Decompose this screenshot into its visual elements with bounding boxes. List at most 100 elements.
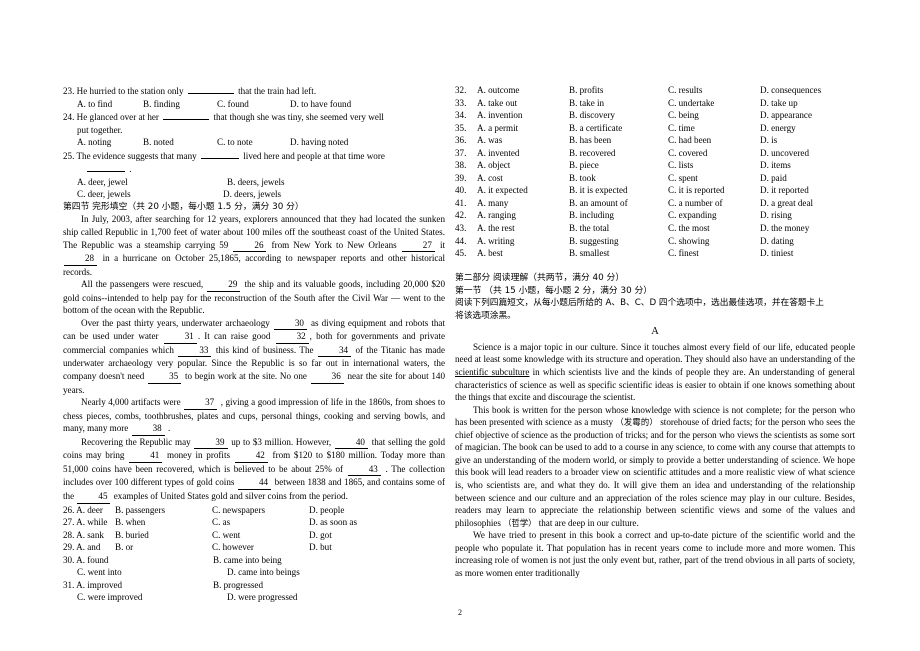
option-a[interactable]: A. a permit: [477, 122, 569, 135]
option-d[interactable]: D. energy: [760, 122, 796, 135]
option-c[interactable]: C. the most: [668, 222, 760, 235]
option-d[interactable]: D. consequences: [760, 84, 821, 97]
option-d[interactable]: D. appearance: [760, 109, 812, 122]
option-b[interactable]: B. has been: [569, 134, 668, 147]
option-b[interactable]: B. an amount of: [569, 197, 668, 210]
option-a[interactable]: A. object: [477, 159, 569, 172]
option-c[interactable]: C. covered: [668, 147, 760, 160]
chinese-gloss: （哲学）: [503, 517, 537, 528]
option-c[interactable]: C. went: [212, 529, 309, 542]
option-b[interactable]: B. when: [115, 516, 212, 529]
option-c[interactable]: C. deer, jewels: [77, 188, 223, 201]
option-a[interactable]: A. many: [477, 197, 569, 210]
option-d[interactable]: D. uncovered: [760, 147, 809, 160]
option-d[interactable]: D. people: [309, 504, 344, 517]
option-c[interactable]: C. expanding: [668, 209, 760, 222]
option-c[interactable]: C. went into: [63, 566, 227, 579]
option-row: A. noting B. noted C. to note D. having …: [63, 136, 445, 149]
option-c[interactable]: C. found: [217, 98, 290, 111]
option-c[interactable]: C. a number of: [668, 197, 760, 210]
option-b[interactable]: B. took: [569, 172, 668, 185]
option-c[interactable]: C. had been: [668, 134, 760, 147]
option-c[interactable]: C. showing: [668, 235, 760, 248]
option-b[interactable]: B. deers, jewels: [227, 176, 285, 189]
option-b[interactable]: B. including: [569, 209, 668, 222]
stem-period: .: [129, 164, 132, 175]
option-b[interactable]: B. progressed: [213, 579, 263, 592]
option-d[interactable]: D. is: [760, 134, 777, 147]
option-c[interactable]: C. spent: [668, 172, 760, 185]
question-number: 42.: [455, 210, 467, 221]
option-b[interactable]: B. piece: [569, 159, 668, 172]
option-b[interactable]: B. the total: [569, 222, 668, 235]
option-c[interactable]: C. results: [668, 84, 760, 97]
question-number: 36.: [455, 135, 467, 146]
option-c[interactable]: C. time: [668, 122, 760, 135]
option-b[interactable]: B. discovery: [569, 109, 668, 122]
option-a[interactable]: A. best: [477, 247, 569, 260]
option-d[interactable]: D. but: [309, 541, 332, 554]
question-number: 41.: [455, 197, 467, 208]
option-row: 32. A. outcome B. profits C. results D. cons…: [455, 84, 855, 97]
option-b[interactable]: B. or: [115, 541, 212, 554]
option-b[interactable]: B. take in: [569, 97, 668, 110]
option-d[interactable]: D. paid: [760, 172, 787, 185]
option-d[interactable]: D. deers, jewels: [223, 188, 281, 201]
chinese-gloss: （发霉的）: [615, 417, 658, 428]
option-c[interactable]: C. it is reported: [668, 184, 760, 197]
option-b[interactable]: B. profits: [569, 84, 668, 97]
option-d[interactable]: D. having noted: [290, 136, 348, 149]
option-c[interactable]: C. were improved: [63, 591, 227, 604]
option-a[interactable]: A. ranging: [477, 209, 569, 222]
option-c[interactable]: C. newspapers: [212, 504, 309, 517]
numbered-blank: 39: [194, 436, 228, 450]
option-d[interactable]: D. the money: [760, 222, 809, 235]
passage-body: Science is a major topic in our culture.…: [455, 341, 855, 579]
option-b[interactable]: B. passengers: [115, 504, 212, 517]
option-c[interactable]: C. however: [212, 541, 309, 554]
option-b[interactable]: B. it is expected: [569, 184, 668, 197]
option-d[interactable]: D. it reported: [760, 184, 809, 197]
numbered-blank: 27: [401, 239, 435, 253]
option-c[interactable]: C. finest: [668, 247, 760, 260]
option-b[interactable]: B. recovered: [569, 147, 668, 160]
option-a[interactable]: A. outcome: [477, 84, 569, 97]
option-d[interactable]: D. tiniest: [760, 247, 793, 260]
option-b[interactable]: B. buried: [115, 529, 212, 542]
option-b[interactable]: B. noted: [143, 136, 217, 149]
option-d[interactable]: D. came into beings: [227, 566, 300, 579]
option-a[interactable]: A. writing: [477, 235, 569, 248]
option-b[interactable]: B. a certificate: [569, 122, 668, 135]
option-d[interactable]: D. as soon as: [309, 516, 357, 529]
option-a[interactable]: A. the rest: [477, 222, 569, 235]
option-d[interactable]: D. were progressed: [227, 591, 297, 604]
option-c[interactable]: C. to note: [217, 136, 290, 149]
option-d[interactable]: D. to have found: [290, 98, 351, 111]
option-b[interactable]: B. came into being: [213, 554, 282, 567]
option-b[interactable]: B. smallest: [569, 247, 668, 260]
option-a[interactable]: A. invention: [477, 109, 569, 122]
option-d[interactable]: D. items: [760, 159, 791, 172]
option-d[interactable]: D. got: [309, 529, 332, 542]
option-d[interactable]: D. rising: [760, 209, 792, 222]
option-b[interactable]: B. suggesting: [569, 235, 668, 248]
option-row: A. deer, jewel B. deers, jewels: [63, 176, 445, 189]
option-c[interactable]: C. being: [668, 109, 760, 122]
option-a[interactable]: A. take out: [477, 97, 569, 110]
option-a[interactable]: A. invented: [477, 147, 569, 160]
option-a[interactable]: A. it expected: [477, 184, 569, 197]
option-c[interactable]: C. lists: [668, 159, 760, 172]
option-d[interactable]: D. dating: [760, 235, 794, 248]
cloze-option-list-right: 32. A. outcome B. profits C. results D. cons…: [455, 84, 855, 260]
option-c[interactable]: C. undertake: [668, 97, 760, 110]
option-a[interactable]: A. noting: [77, 136, 143, 149]
option-d[interactable]: D. a great deal: [760, 197, 813, 210]
option-a[interactable]: A. cost: [477, 172, 569, 185]
option-a[interactable]: A. was: [477, 134, 569, 147]
option-d[interactable]: D. take up: [760, 97, 798, 110]
option-a[interactable]: A. deer, jewel: [77, 176, 227, 189]
numbered-blank: 29: [207, 278, 241, 292]
option-a[interactable]: A. to find: [77, 98, 143, 111]
option-b[interactable]: B. finding: [143, 98, 217, 111]
option-c[interactable]: C. as: [212, 516, 309, 529]
